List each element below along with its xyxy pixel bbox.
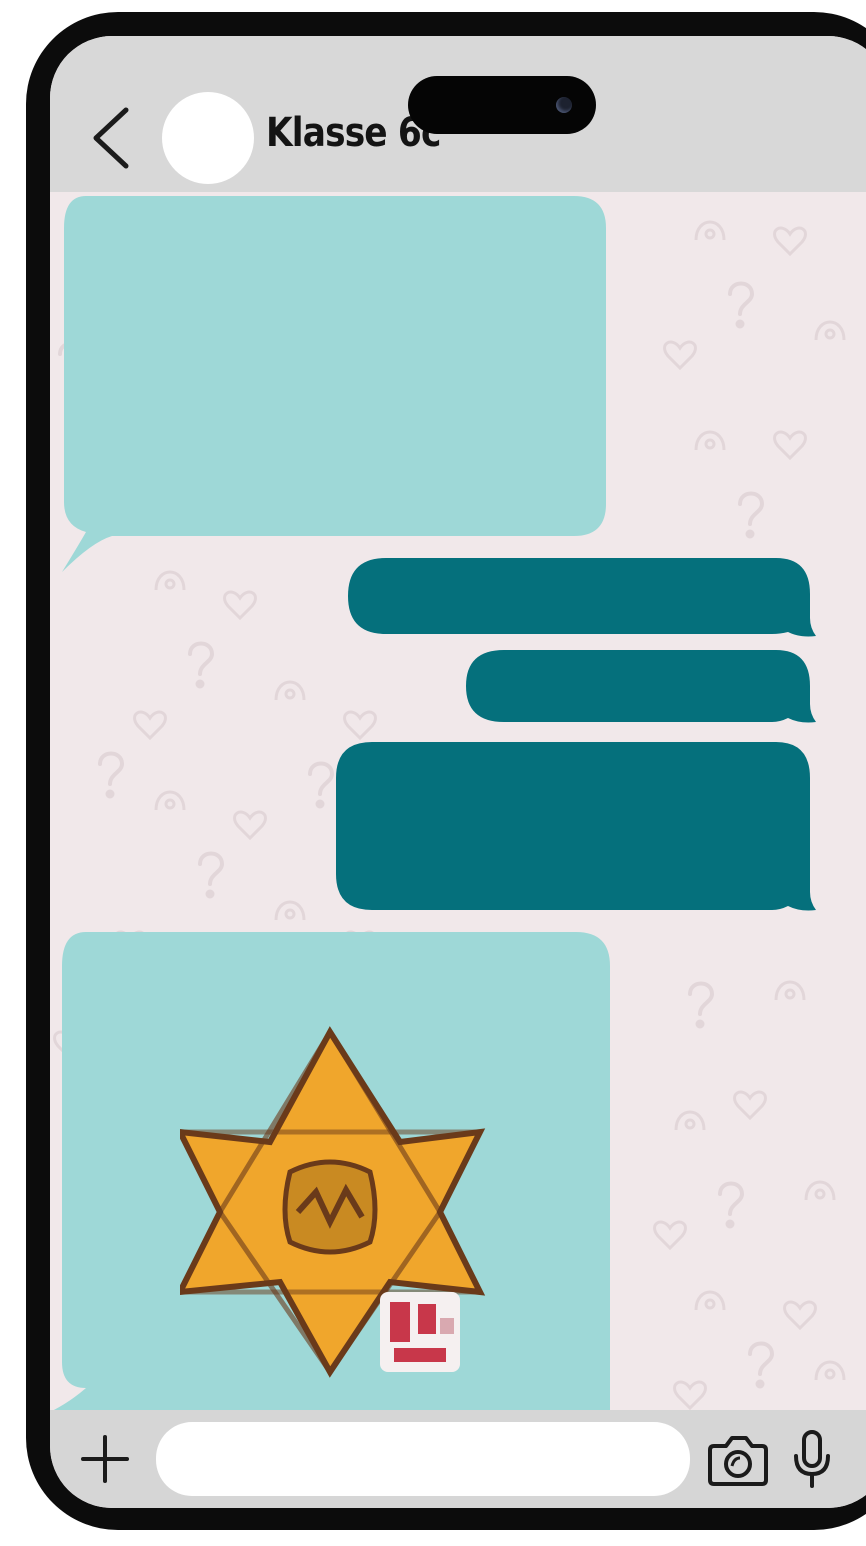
message-bubble-outgoing[interactable] xyxy=(348,558,822,646)
microphone-icon[interactable] xyxy=(792,1430,832,1488)
message-bubble-incoming[interactable] xyxy=(52,196,612,576)
plus-icon[interactable] xyxy=(80,1434,130,1484)
chevron-left-icon[interactable] xyxy=(88,106,136,170)
small-figure-sticker xyxy=(380,1292,460,1372)
camera-notch xyxy=(408,76,596,134)
camera-icon[interactable] xyxy=(708,1432,768,1486)
front-camera xyxy=(556,97,572,113)
phone-screen: Klasse 6c xyxy=(50,36,866,1508)
message-input[interactable] xyxy=(156,1422,690,1496)
message-bubble-outgoing[interactable] xyxy=(466,650,822,730)
composer-bar xyxy=(50,1410,866,1508)
yellow-star-badge-sticker[interactable] xyxy=(180,1022,500,1382)
avatar[interactable] xyxy=(162,92,254,184)
chat-area[interactable] xyxy=(50,192,866,1410)
message-bubble-outgoing[interactable] xyxy=(336,742,822,922)
